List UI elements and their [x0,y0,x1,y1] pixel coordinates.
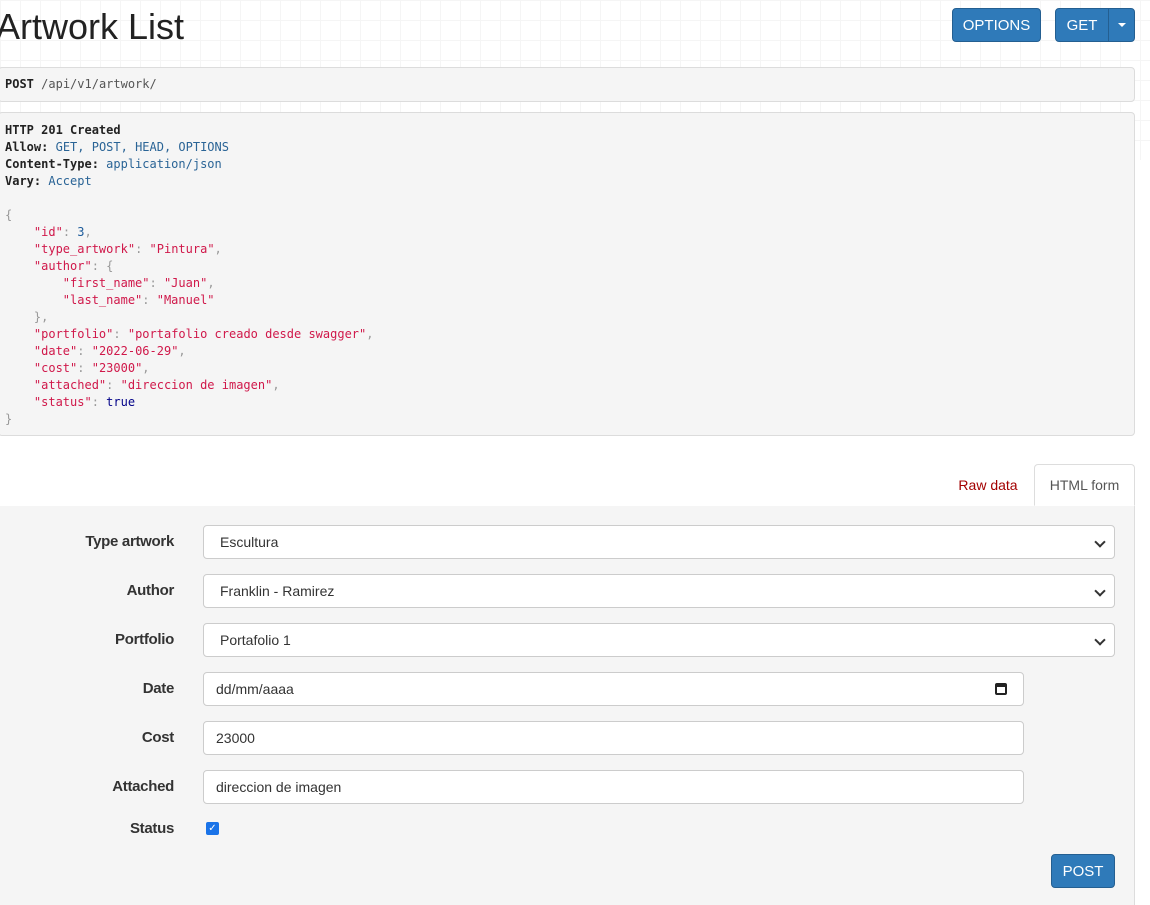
json-value: true [106,395,136,409]
json-value: 3 [77,225,85,239]
get-format-dropdown-button[interactable] [1108,8,1135,42]
response-header-name: Content-Type: [5,157,99,171]
author-label: Author [126,582,175,599]
request-path: /api/v1/artwork/ [41,77,157,91]
date-placeholder: dd/mm/aaaa [216,681,294,697]
cost-label: Cost [141,729,174,746]
cost-value: 23000 [216,730,255,746]
tab-html-form[interactable]: HTML form [1034,464,1135,506]
json-key: "date" [33,344,78,358]
cost-input[interactable]: 23000 [203,721,1024,755]
caret-down-icon [1117,23,1126,27]
response-info: HTTP 201 Created Allow: GET, POST, HEAD,… [0,112,1135,436]
request-method: POST [5,77,34,91]
json-key: "last_name" [62,293,143,307]
portfolio-select[interactable]: Portafolio 1 [203,623,1115,657]
author-select[interactable]: Franklin - Ramirez [203,574,1115,608]
chevron-down-icon [1094,634,1106,646]
author-value: Franklin - Ramirez [220,583,335,599]
get-button[interactable]: GET [1055,8,1109,42]
type-artwork-select[interactable]: Escultura [203,525,1115,559]
calendar-icon[interactable] [995,683,1007,695]
status-label: Status [129,820,174,837]
status-checkbox[interactable]: ✓ [206,822,219,835]
date-input[interactable]: dd/mm/aaaa [203,672,1024,706]
page-title: Artwork List [0,6,185,47]
response-status-line: HTTP 201 Created [5,123,121,137]
content-tabs: Raw data HTML form [0,464,1135,507]
options-button[interactable]: OPTIONS [952,8,1041,42]
check-icon: ✓ [208,823,217,834]
json-key: "id" [33,225,63,239]
response-header-value: Accept [48,174,92,188]
response-header-name: Allow: [5,140,49,154]
json-key: "status" [33,395,92,409]
json-key: "first_name" [62,276,150,290]
json-value: "Manuel" [156,293,215,307]
json-value: "2022-06-29" [91,344,179,358]
json-value: "portafolio creado desde swagger" [127,327,367,341]
response-header-value: application/json [106,157,222,171]
chevron-down-icon [1094,536,1106,548]
date-label: Date [142,680,175,697]
chevron-down-icon [1094,585,1106,597]
type-artwork-value: Escultura [220,534,279,550]
attached-value: direccion de imagen [216,779,342,795]
json-key: "author" [33,259,92,273]
portfolio-label: Portfolio [115,631,174,648]
attached-label: Attached [112,778,174,795]
json-value: "direccion de imagen" [120,378,273,392]
type-artwork-label: Type artwork [85,533,174,550]
json-value: "Juan" [163,276,208,290]
response-header-name: Vary: [5,174,42,188]
tab-raw-data[interactable]: Raw data [944,464,1032,506]
post-button[interactable]: POST [1051,854,1115,888]
json-key: "cost" [33,361,78,375]
json-key: "portfolio" [33,327,114,341]
request-info: POST /api/v1/artwork/ [0,67,1135,102]
attached-input[interactable]: direccion de imagen [203,770,1024,804]
json-key: "type_artwork" [33,242,136,256]
portfolio-value: Portafolio 1 [220,632,291,648]
json-key: "attached" [33,378,107,392]
json-value: "Pintura" [149,242,215,256]
json-value: "23000" [91,361,143,375]
response-header-value: GET, POST, HEAD, OPTIONS [55,140,229,154]
